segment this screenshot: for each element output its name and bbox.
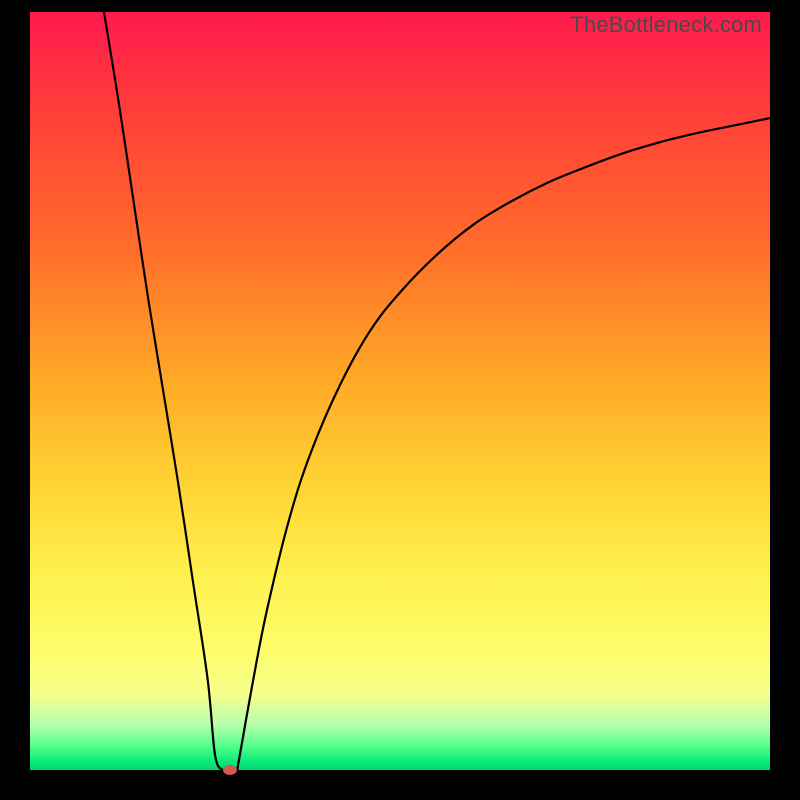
chart-stage: TheBottleneck.com	[0, 0, 800, 800]
watermark-text: TheBottleneck.com	[570, 12, 762, 38]
minimum-marker	[223, 765, 237, 775]
curve-path	[104, 12, 770, 770]
plot-area: TheBottleneck.com	[30, 12, 770, 770]
bottleneck-curve	[30, 12, 770, 770]
